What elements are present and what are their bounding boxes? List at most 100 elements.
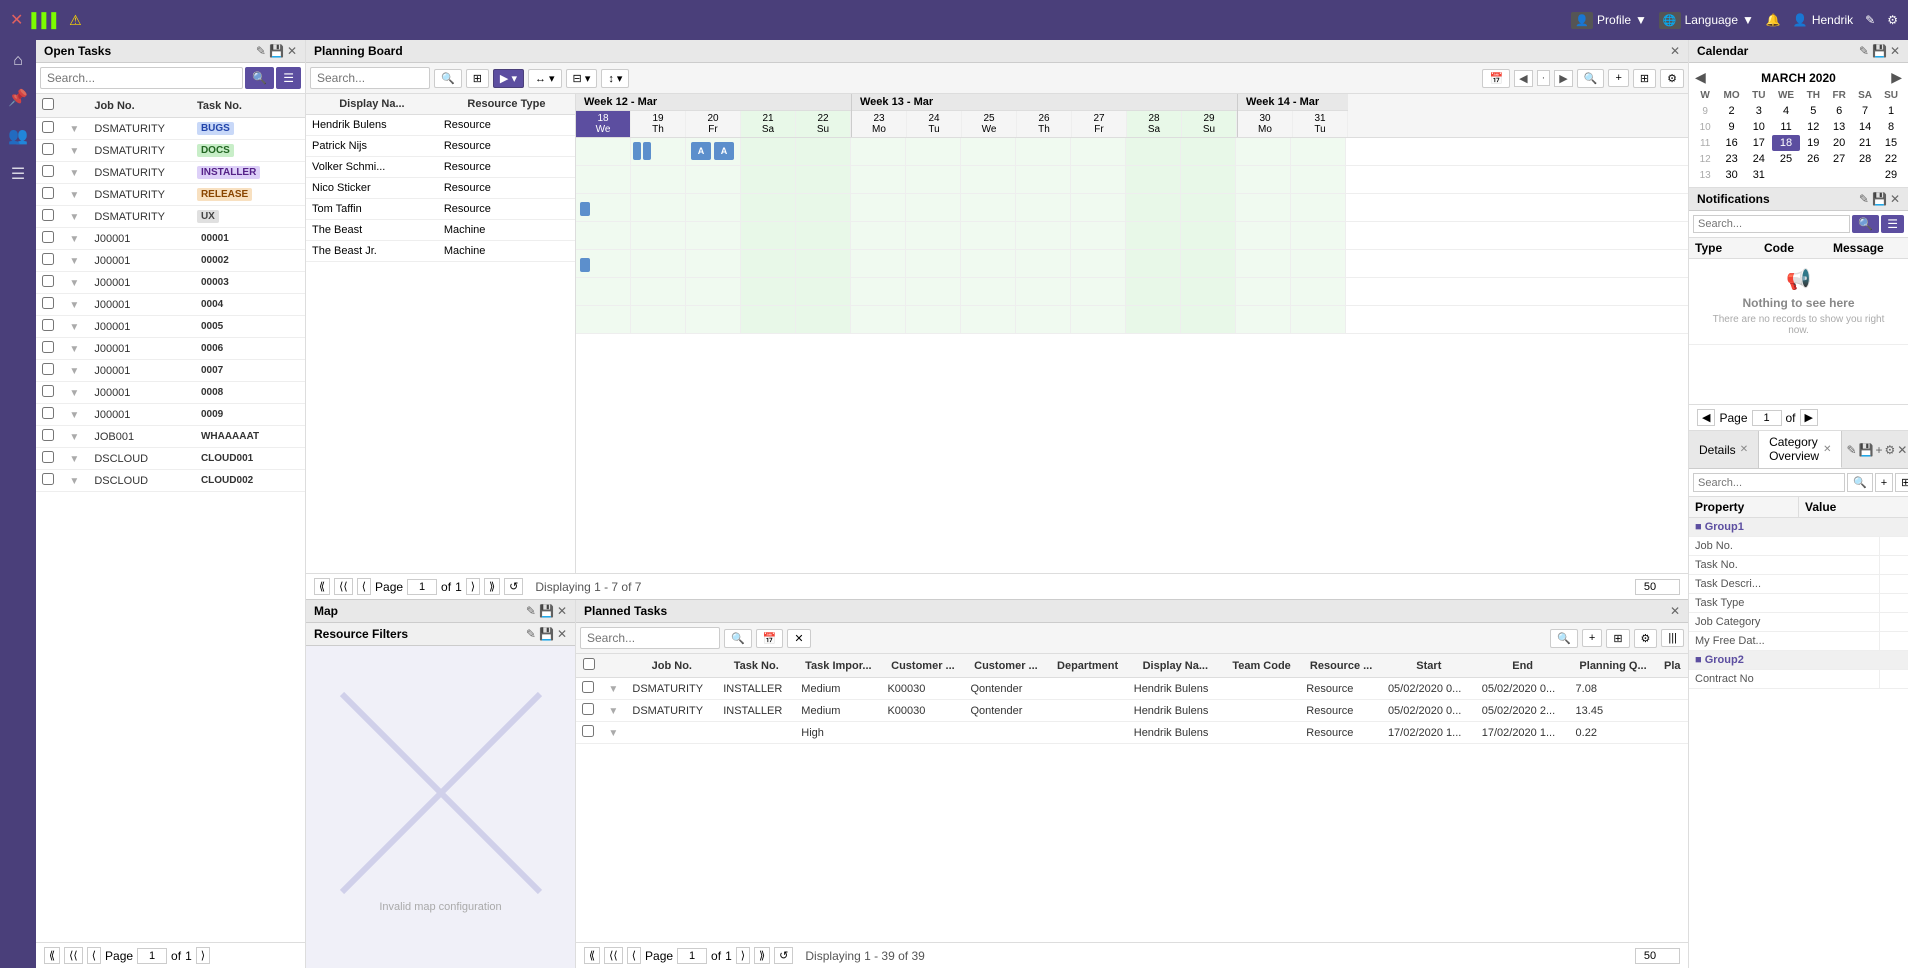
task-bar-sm2[interactable] [580,258,590,272]
planning-forward-button[interactable]: ▶ [1554,70,1572,87]
cal-day[interactable]: 17 [1746,135,1772,151]
cal-day[interactable] [1826,167,1852,183]
users-icon[interactable]: 👥 [4,122,32,150]
cal-day[interactable]: 23 [1717,151,1746,167]
cal-day[interactable]: 15 [1878,135,1904,151]
row-checkbox[interactable] [42,451,54,463]
details-search-input[interactable] [1693,473,1845,492]
map-save-icon[interactable]: 💾 [539,604,554,618]
planned-search2-button[interactable]: 🔍 [1550,629,1578,648]
notif-close-icon[interactable]: ✕ [1890,192,1900,206]
table-row[interactable]: ▼ High Hendrik Bulens Resource 17/02/202… [576,722,1688,744]
cal-day[interactable]: 19 [1800,135,1826,151]
cal-day[interactable]: 8 [1878,119,1904,135]
table-row[interactable]: ▼ J00001 0004 [36,294,305,316]
page-prev-button[interactable]: ⟨ [87,947,101,964]
row-checkbox[interactable] [42,231,54,243]
tab-close-icon[interactable]: ✕ [1897,443,1907,457]
details-property-row[interactable]: Job Category [1689,613,1908,632]
details-property-row[interactable]: Task No. [1689,556,1908,575]
planning-copy-button[interactable]: ⊞ [1633,69,1656,88]
table-row[interactable]: ▼ J00001 00001 [36,228,305,250]
notif-page-input[interactable] [1752,410,1782,426]
menu-icon[interactable]: ☰ [7,160,29,188]
row-checkbox[interactable] [42,209,54,221]
notif-search-input[interactable] [1693,215,1850,233]
settings-button[interactable]: ⚙ [1887,13,1898,27]
cal-day[interactable]: 1 [1878,103,1904,119]
table-row[interactable]: ▼ J00001 0009 [36,404,305,426]
notif-menu-button[interactable]: ☰ [1881,215,1904,233]
tab-details[interactable]: Details ✕ [1689,431,1759,468]
planned-search-input[interactable] [580,627,720,649]
table-row[interactable]: ▼ DSCLOUD CLOUD002 [36,470,305,492]
row-checkbox[interactable] [42,319,54,331]
table-row[interactable]: ▼ DSMATURITY UX [36,206,305,228]
pt-row-cb[interactable] [582,681,594,693]
row-checkbox[interactable] [42,363,54,375]
notif-page-next[interactable]: ▶ [1800,409,1818,426]
notif-page-prev[interactable]: ◀ [1697,409,1715,426]
cal-day[interactable]: 14 [1852,119,1878,135]
planned-search-button[interactable]: 🔍 [724,629,752,648]
rf-edit-icon[interactable]: ✎ [526,627,536,641]
planned-settings-button[interactable]: ⚙ [1634,629,1658,648]
cal-day[interactable]: 31 [1746,167,1772,183]
table-row[interactable]: ▼ DSMATURITY DOCS [36,140,305,162]
planning-view-button[interactable]: ⊟ ▾ [566,69,598,88]
task-bar[interactable] [633,142,641,160]
details-property-row[interactable]: Job No. [1689,537,1908,556]
pt-page-input[interactable] [677,948,707,964]
cal-close-icon[interactable]: ✕ [1890,44,1900,58]
cal-day[interactable]: 3 [1746,103,1772,119]
row-checkbox[interactable] [42,385,54,397]
page-prev-prev-button[interactable]: ⟨⟨ [64,947,83,964]
pt-page-prev[interactable]: ⟨ [627,947,641,964]
task-bar-sm[interactable] [580,202,590,216]
rf-close-icon[interactable]: ✕ [557,627,567,641]
row-checkbox[interactable] [42,165,54,177]
planning-settings-button[interactable]: ⚙ [1660,69,1684,88]
map-close-icon[interactable]: ✕ [557,604,567,618]
planning-today-button[interactable]: · [1537,70,1551,86]
home-icon[interactable]: ⌂ [9,48,27,74]
row-checkbox[interactable] [42,253,54,265]
open-tasks-edit-icon[interactable]: ✎ [256,44,266,58]
cal-edit-icon[interactable]: ✎ [1859,44,1869,58]
board-page-last[interactable]: ⟫ [484,578,500,595]
row-checkbox[interactable] [42,143,54,155]
table-row[interactable]: ▼ DSMATURITY BUGS [36,118,305,140]
cal-day[interactable]: 6 [1826,103,1852,119]
cal-day[interactable]: 18 [1772,135,1801,151]
planning-search2-button[interactable]: 🔍 [1577,69,1605,88]
cal-day[interactable]: 22 [1878,151,1904,167]
details-add-button[interactable]: + [1875,473,1893,492]
cal-day[interactable]: 20 [1826,135,1852,151]
details-search-button[interactable]: 🔍 [1847,473,1873,492]
notif-save-icon[interactable]: 💾 [1872,192,1887,206]
planned-cols-button[interactable]: ||| [1661,629,1684,647]
open-tasks-search-input[interactable] [40,67,243,89]
table-row[interactable]: ▼ J00001 00003 [36,272,305,294]
table-row[interactable]: ▼ JOB001 WHAAAAAT [36,426,305,448]
board-page-first[interactable]: ⟪ [314,578,330,595]
tab-category-overview[interactable]: Category Overview ✕ [1759,431,1842,468]
pt-page-last[interactable]: ⟫ [754,947,770,964]
pt-page-size[interactable] [1635,948,1680,964]
notif-search-button[interactable]: 🔍 [1852,215,1879,233]
board-page-prev[interactable]: ⟨ [357,578,371,595]
page-first-button[interactable]: ⟪ [44,947,60,964]
cal-day[interactable]: 30 [1717,167,1746,183]
tab-settings-icon[interactable]: ⚙ [1885,443,1896,457]
cal-day[interactable]: 10 [1746,119,1772,135]
task-bar-a[interactable]: A [691,142,711,160]
table-row[interactable]: ▼ DSCLOUD CLOUD001 [36,448,305,470]
cal-day[interactable]: 28 [1852,151,1878,167]
planning-search-input[interactable] [310,67,430,89]
details-property-row[interactable]: Task Descri... [1689,575,1908,594]
planning-board-close-icon[interactable]: ✕ [1670,44,1680,58]
row-checkbox[interactable] [42,275,54,287]
cal-day[interactable]: 29 [1878,167,1904,183]
details-property-row[interactable]: Task Type [1689,594,1908,613]
cal-day[interactable]: 4 [1772,103,1801,119]
